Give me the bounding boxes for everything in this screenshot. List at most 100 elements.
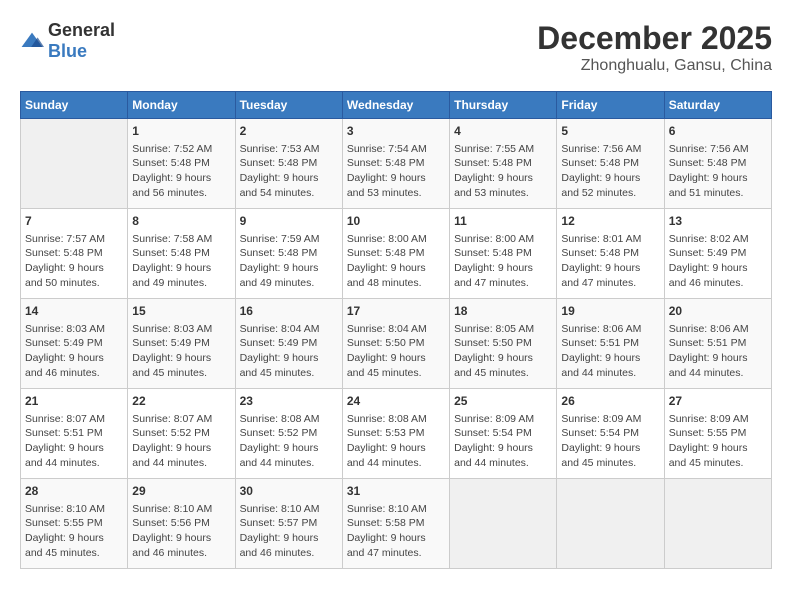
- calendar-cell: 27Sunrise: 8:09 AM Sunset: 5:55 PM Dayli…: [664, 389, 771, 479]
- day-number: 23: [240, 393, 338, 410]
- day-number: 16: [240, 303, 338, 320]
- day-number: 26: [561, 393, 659, 410]
- calendar-cell: [557, 479, 664, 569]
- calendar-table: SundayMondayTuesdayWednesdayThursdayFrid…: [20, 91, 772, 569]
- day-header-thursday: Thursday: [450, 92, 557, 119]
- day-header-saturday: Saturday: [664, 92, 771, 119]
- day-number: 15: [132, 303, 230, 320]
- header: General Blue December 2025 Zhonghualu, G…: [20, 20, 772, 75]
- logo-blue: Blue: [48, 41, 87, 61]
- logo-text: General Blue: [48, 20, 115, 62]
- calendar-cell: 12 Sunrise: 8:01 AM Sunset: 5:48 PM Dayli…: [557, 209, 664, 299]
- week-row-3: 14 Sunrise: 8:03 AM Sunset: 5:49 PM Dayli…: [21, 299, 772, 389]
- calendar-cell: [664, 479, 771, 569]
- day-info: Sunrise: 7:53 AM Sunset: 5:48 PM Dayligh…: [240, 142, 338, 201]
- day-number: 6: [669, 123, 767, 140]
- day-info: Sunrise: 8:00 AM Sunset: 5:48 PM Dayligh…: [454, 232, 552, 291]
- day-info: Sunrise: 8:05 AM Sunset: 5:50 PM Dayligh…: [454, 322, 552, 381]
- calendar-cell: 11Sunrise: 8:00 AM Sunset: 5:48 PM Dayli…: [450, 209, 557, 299]
- calendar-cell: 26Sunrise: 8:09 AM Sunset: 5:54 PM Dayli…: [557, 389, 664, 479]
- day-number: 2: [240, 123, 338, 140]
- calendar-cell: 10 Sunrise: 8:00 AM Sunset: 5:48 PM Dayli…: [342, 209, 449, 299]
- day-number: 9: [240, 213, 338, 230]
- calendar-cell: 9 Sunrise: 7:59 AM Sunset: 5:48 PM Daylig…: [235, 209, 342, 299]
- day-number: 25: [454, 393, 552, 410]
- day-info: Sunrise: 8:07 AM Sunset: 5:51 PM Dayligh…: [25, 412, 123, 471]
- day-number: 1: [132, 123, 230, 140]
- day-number: 19: [561, 303, 659, 320]
- day-number: 4: [454, 123, 552, 140]
- week-row-5: 28Sunrise: 8:10 AM Sunset: 5:55 PM Dayli…: [21, 479, 772, 569]
- day-info: Sunrise: 8:06 AM Sunset: 5:51 PM Dayligh…: [669, 322, 767, 381]
- day-info: Sunrise: 7:59 AM Sunset: 5:48 PM Dayligh…: [240, 232, 338, 291]
- week-row-2: 7Sunrise: 7:57 AM Sunset: 5:48 PM Daylig…: [21, 209, 772, 299]
- day-number: 28: [25, 483, 123, 500]
- calendar-cell: 13 Sunrise: 8:02 AM Sunset: 5:49 PM Dayli…: [664, 209, 771, 299]
- day-number: 22: [132, 393, 230, 410]
- day-info: Sunrise: 7:54 AM Sunset: 5:48 PM Dayligh…: [347, 142, 445, 201]
- day-number: 10: [347, 213, 445, 230]
- day-header-sunday: Sunday: [21, 92, 128, 119]
- logo-general: General: [48, 20, 115, 40]
- day-number: 21: [25, 393, 123, 410]
- day-info: Sunrise: 8:06 AM Sunset: 5:51 PM Dayligh…: [561, 322, 659, 381]
- calendar-cell: 16 Sunrise: 8:04 AM Sunset: 5:49 PM Dayli…: [235, 299, 342, 389]
- day-info: Sunrise: 7:55 AM Sunset: 5:48 PM Dayligh…: [454, 142, 552, 201]
- day-info: Sunrise: 8:04 AM Sunset: 5:50 PM Dayligh…: [347, 322, 445, 381]
- calendar-cell: 17 Sunrise: 8:04 AM Sunset: 5:50 PM Dayli…: [342, 299, 449, 389]
- day-number: 14: [25, 303, 123, 320]
- calendar-cell: 4 Sunrise: 7:55 AM Sunset: 5:48 PM Daylig…: [450, 119, 557, 209]
- day-number: 13: [669, 213, 767, 230]
- day-info: Sunrise: 8:02 AM Sunset: 5:49 PM Dayligh…: [669, 232, 767, 291]
- day-info: Sunrise: 8:07 AM Sunset: 5:52 PM Dayligh…: [132, 412, 230, 471]
- day-info: Sunrise: 8:01 AM Sunset: 5:48 PM Dayligh…: [561, 232, 659, 291]
- calendar-cell: 2 Sunrise: 7:53 AM Sunset: 5:48 PM Daylig…: [235, 119, 342, 209]
- month-year: December 2025: [537, 20, 772, 57]
- day-number: 31: [347, 483, 445, 500]
- calendar-cell: 6 Sunrise: 7:56 AM Sunset: 5:48 PM Daylig…: [664, 119, 771, 209]
- day-header-wednesday: Wednesday: [342, 92, 449, 119]
- calendar-cell: 15 Sunrise: 8:03 AM Sunset: 5:49 PM Dayli…: [128, 299, 235, 389]
- day-number: 30: [240, 483, 338, 500]
- calendar-cell: [450, 479, 557, 569]
- calendar-cell: 19 Sunrise: 8:06 AM Sunset: 5:51 PM Dayli…: [557, 299, 664, 389]
- day-info: Sunrise: 8:09 AM Sunset: 5:54 PM Dayligh…: [454, 412, 552, 471]
- calendar-cell: 5 Sunrise: 7:56 AM Sunset: 5:48 PM Daylig…: [557, 119, 664, 209]
- calendar-cell: 14Sunrise: 8:03 AM Sunset: 5:49 PM Dayli…: [21, 299, 128, 389]
- day-number: 12: [561, 213, 659, 230]
- day-info: Sunrise: 8:08 AM Sunset: 5:53 PM Dayligh…: [347, 412, 445, 471]
- day-number: 5: [561, 123, 659, 140]
- week-row-1: 1Sunrise: 7:52 AM Sunset: 5:48 PM Daylig…: [21, 119, 772, 209]
- day-info: Sunrise: 7:57 AM Sunset: 5:48 PM Dayligh…: [25, 232, 123, 291]
- day-info: Sunrise: 8:00 AM Sunset: 5:48 PM Dayligh…: [347, 232, 445, 291]
- day-number: 17: [347, 303, 445, 320]
- calendar-cell: 3 Sunrise: 7:54 AM Sunset: 5:48 PM Daylig…: [342, 119, 449, 209]
- calendar-cell: 1Sunrise: 7:52 AM Sunset: 5:48 PM Daylig…: [128, 119, 235, 209]
- day-header-monday: Monday: [128, 92, 235, 119]
- day-info: Sunrise: 8:10 AM Sunset: 5:56 PM Dayligh…: [132, 502, 230, 561]
- day-number: 20: [669, 303, 767, 320]
- day-number: 3: [347, 123, 445, 140]
- calendar-cell: 21 Sunrise: 8:07 AM Sunset: 5:51 PM Dayli…: [21, 389, 128, 479]
- day-number: 27: [669, 393, 767, 410]
- calendar-cell: 18 Sunrise: 8:05 AM Sunset: 5:50 PM Dayli…: [450, 299, 557, 389]
- day-info: Sunrise: 8:04 AM Sunset: 5:49 PM Dayligh…: [240, 322, 338, 381]
- calendar-cell: 29Sunrise: 8:10 AM Sunset: 5:56 PM Dayli…: [128, 479, 235, 569]
- calendar-cell: 28Sunrise: 8:10 AM Sunset: 5:55 PM Dayli…: [21, 479, 128, 569]
- day-number: 18: [454, 303, 552, 320]
- day-info: Sunrise: 8:08 AM Sunset: 5:52 PM Dayligh…: [240, 412, 338, 471]
- day-info: Sunrise: 7:56 AM Sunset: 5:48 PM Dayligh…: [561, 142, 659, 201]
- calendar-cell: 22 Sunrise: 8:07 AM Sunset: 5:52 PM Dayli…: [128, 389, 235, 479]
- day-number: 8: [132, 213, 230, 230]
- day-number: 24: [347, 393, 445, 410]
- calendar-cell: 31 Sunrise: 8:10 AM Sunset: 5:58 PM Dayli…: [342, 479, 449, 569]
- day-info: Sunrise: 7:56 AM Sunset: 5:48 PM Dayligh…: [669, 142, 767, 201]
- day-info: Sunrise: 7:58 AM Sunset: 5:48 PM Dayligh…: [132, 232, 230, 291]
- calendar-cell: 7Sunrise: 7:57 AM Sunset: 5:48 PM Daylig…: [21, 209, 128, 299]
- title-area: December 2025 Zhonghualu, Gansu, China: [537, 20, 772, 75]
- day-header-friday: Friday: [557, 92, 664, 119]
- days-header-row: SundayMondayTuesdayWednesdayThursdayFrid…: [21, 92, 772, 119]
- calendar-cell: 23 Sunrise: 8:08 AM Sunset: 5:52 PM Dayli…: [235, 389, 342, 479]
- day-info: Sunrise: 8:03 AM Sunset: 5:49 PM Dayligh…: [132, 322, 230, 381]
- day-info: Sunrise: 8:10 AM Sunset: 5:58 PM Dayligh…: [347, 502, 445, 561]
